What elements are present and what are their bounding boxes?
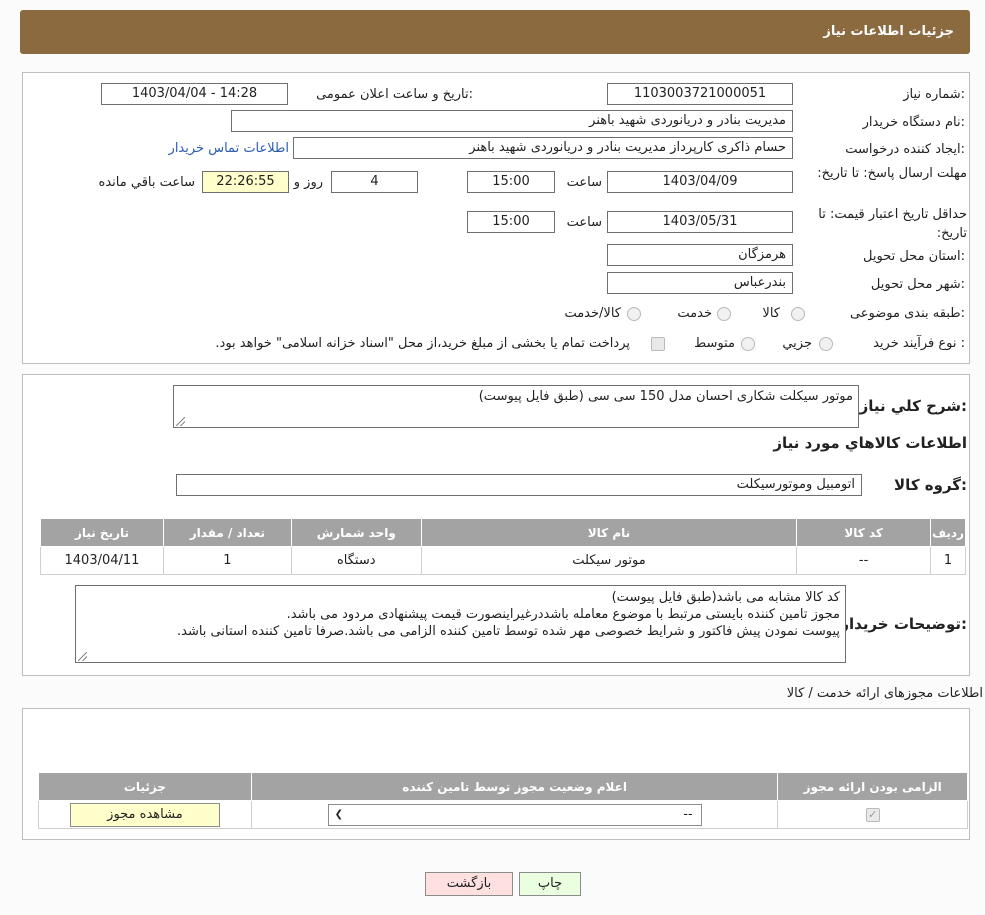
- license-section-title: اطلاعات مجوزهای ارائه خدمت / کالا: [786, 686, 983, 701]
- license-required-checkbox[interactable]: ✓: [865, 807, 880, 822]
- validity-time-label: ساعت: [566, 215, 602, 230]
- cell-license-details: مشاهده مجوز: [38, 800, 252, 829]
- goods-group-label: گروه کالا:: [894, 476, 967, 494]
- col-code: کد کالا: [796, 518, 932, 547]
- city-label: شهر محل تحویل:: [870, 277, 965, 292]
- page-title: جزئیات اطلاعات نیاز: [823, 24, 954, 39]
- buyer-notes-line-3: پیوست نمودن پیش فاکتور و شرایط خصوصی مهر…: [176, 624, 840, 639]
- cell-unit: دستگاه: [290, 546, 422, 575]
- category-goods-radio[interactable]: [791, 307, 805, 321]
- goods-table-header: رديف کد کالا نام کالا واحد شمارش تعداد /…: [40, 518, 966, 547]
- goods-section-title: اطلاعات کالاهاي مورد نياز: [773, 434, 967, 452]
- deadline-time-label: ساعت: [566, 175, 602, 190]
- cell-row: 1: [930, 546, 966, 575]
- cell-need-date: 1403/04/11: [40, 546, 164, 575]
- category-goods-service-label: کالا/خدمت: [564, 306, 621, 321]
- city-field: بندرعباس: [607, 272, 793, 294]
- validity-label: حداقل تاریخ اعتبار قیمت: تا تاریخ:: [818, 207, 967, 241]
- resize-grip-icon[interactable]: [176, 417, 185, 426]
- col-license-status: اعلام وضعیت مجوز توسط تامین کننده: [250, 772, 779, 801]
- back-button[interactable]: بازگشت: [425, 872, 513, 896]
- purchase-type-minor-radio[interactable]: [819, 337, 833, 351]
- buyer-notes-line-2: مجوز تامین کننده بایستی مرتبط با موضوع م…: [286, 607, 840, 622]
- deadline-days-label: روز و: [293, 175, 323, 190]
- col-license-required: الزامی بودن ارائه مجوز: [777, 772, 968, 801]
- license-status-value: --: [683, 806, 693, 822]
- announce-field: 1403/04/04 - 14:28: [101, 83, 288, 105]
- cell-license-required: ✓: [777, 800, 968, 829]
- deadline-date-field: 1403/04/09: [607, 171, 793, 193]
- need-number-field: 1103003721000051: [607, 83, 793, 105]
- table-row: ✓ -- ❯ مشاهده مجوز: [38, 800, 968, 829]
- description-label: شرح کلي نياز:: [859, 397, 967, 415]
- purchase-type-medium-radio[interactable]: [741, 337, 755, 351]
- col-unit: واحد شمارش: [290, 518, 422, 547]
- validity-date-field: 1403/05/31: [607, 211, 793, 233]
- license-status-select[interactable]: -- ❯: [327, 803, 702, 826]
- need-number-label: شماره نیاز:: [903, 87, 965, 102]
- view-license-button[interactable]: مشاهده مجوز: [69, 802, 220, 827]
- purchase-type-minor-label: جزیي: [782, 336, 812, 351]
- buyer-notes-label: توضیحات خریدار:: [840, 615, 967, 633]
- category-goods-service-radio[interactable]: [627, 307, 641, 321]
- announce-label: تاریخ و ساعت اعلان عمومی:: [316, 87, 473, 102]
- cell-name: موتور سیکلت: [420, 546, 798, 575]
- cell-license-status: -- ❯: [250, 800, 779, 829]
- remaining-time-label: ساعت باقي مانده: [98, 175, 195, 190]
- table-row: 1 -- موتور سیکلت دستگاه 1 1403/04/11: [40, 546, 966, 575]
- cell-code: --: [796, 546, 932, 575]
- buyer-notes-textarea: کد کالا مشابه می باشد(طبق فایل پیوست) مج…: [75, 585, 846, 663]
- treasury-checkbox[interactable]: [651, 337, 665, 351]
- treasury-note: پرداخت تمام یا بخشی از مبلغ خرید،از محل …: [215, 336, 630, 351]
- page-header: جزئیات اطلاعات نیاز: [20, 10, 970, 54]
- buyer-org-label: نام دستگاه خریدار:: [862, 115, 965, 130]
- col-need-date: تاریخ نیاز: [40, 518, 164, 547]
- print-button[interactable]: چاپ: [519, 872, 581, 896]
- category-goods-label: کالا: [762, 306, 780, 321]
- deadline-label: مهلت ارسال پاسخ: تا تاریخ:: [817, 166, 967, 181]
- col-quantity: تعداد / مقدار: [162, 518, 292, 547]
- province-field: هرمزگان: [607, 244, 793, 266]
- description-textarea: موتور سیکلت شکاری احسان مدل 150 سی سی (ط…: [173, 385, 859, 428]
- goods-table: رديف کد کالا نام کالا واحد شمارش تعداد /…: [40, 518, 966, 575]
- buyer-notes-line-1: کد کالا مشابه می باشد(طبق فایل پیوست): [611, 590, 840, 605]
- col-row: رديف: [930, 518, 966, 547]
- purchase-type-medium-label: متوسط: [694, 336, 735, 351]
- buyer-contact-link[interactable]: اطلاعات تماس خریدار: [169, 141, 289, 156]
- category-label: طبقه بندی موضوعی:: [849, 306, 965, 321]
- deadline-time-field: 15:00: [467, 171, 555, 193]
- resize-grip-icon[interactable]: [78, 652, 87, 661]
- remaining-time-field: 22:26:55: [202, 171, 289, 193]
- license-table-header: الزامی بودن ارائه مجوز اعلام وضعیت مجوز …: [38, 772, 968, 801]
- purchase-type-label: نوع فرآیند خرید :: [873, 336, 965, 351]
- category-service-label: خدمت: [677, 306, 712, 321]
- deadline-days-field: 4: [331, 171, 418, 193]
- description-text: موتور سیکلت شکاری احسان مدل 150 سی سی (ط…: [478, 389, 853, 404]
- col-name: نام کالا: [420, 518, 798, 547]
- category-service-radio[interactable]: [717, 307, 731, 321]
- col-license-details: جزئیات: [38, 772, 252, 801]
- chevron-down-icon: ❯: [334, 808, 344, 820]
- province-label: استان محل تحویل:: [863, 249, 965, 264]
- license-table: الزامی بودن ارائه مجوز اعلام وضعیت مجوز …: [38, 772, 968, 829]
- validity-time-field: 15:00: [467, 211, 555, 233]
- goods-group-field: اتومبیل وموتورسیکلت: [176, 474, 862, 496]
- cell-quantity: 1: [162, 546, 292, 575]
- buyer-org-field: مدیریت بنادر و دریانوردی شهید باهنر: [231, 110, 793, 132]
- creator-field: حسام ذاکری کارپرداز مدیریت بنادر و دریان…: [293, 137, 793, 159]
- creator-label: ایجاد کننده درخواست:: [845, 142, 965, 157]
